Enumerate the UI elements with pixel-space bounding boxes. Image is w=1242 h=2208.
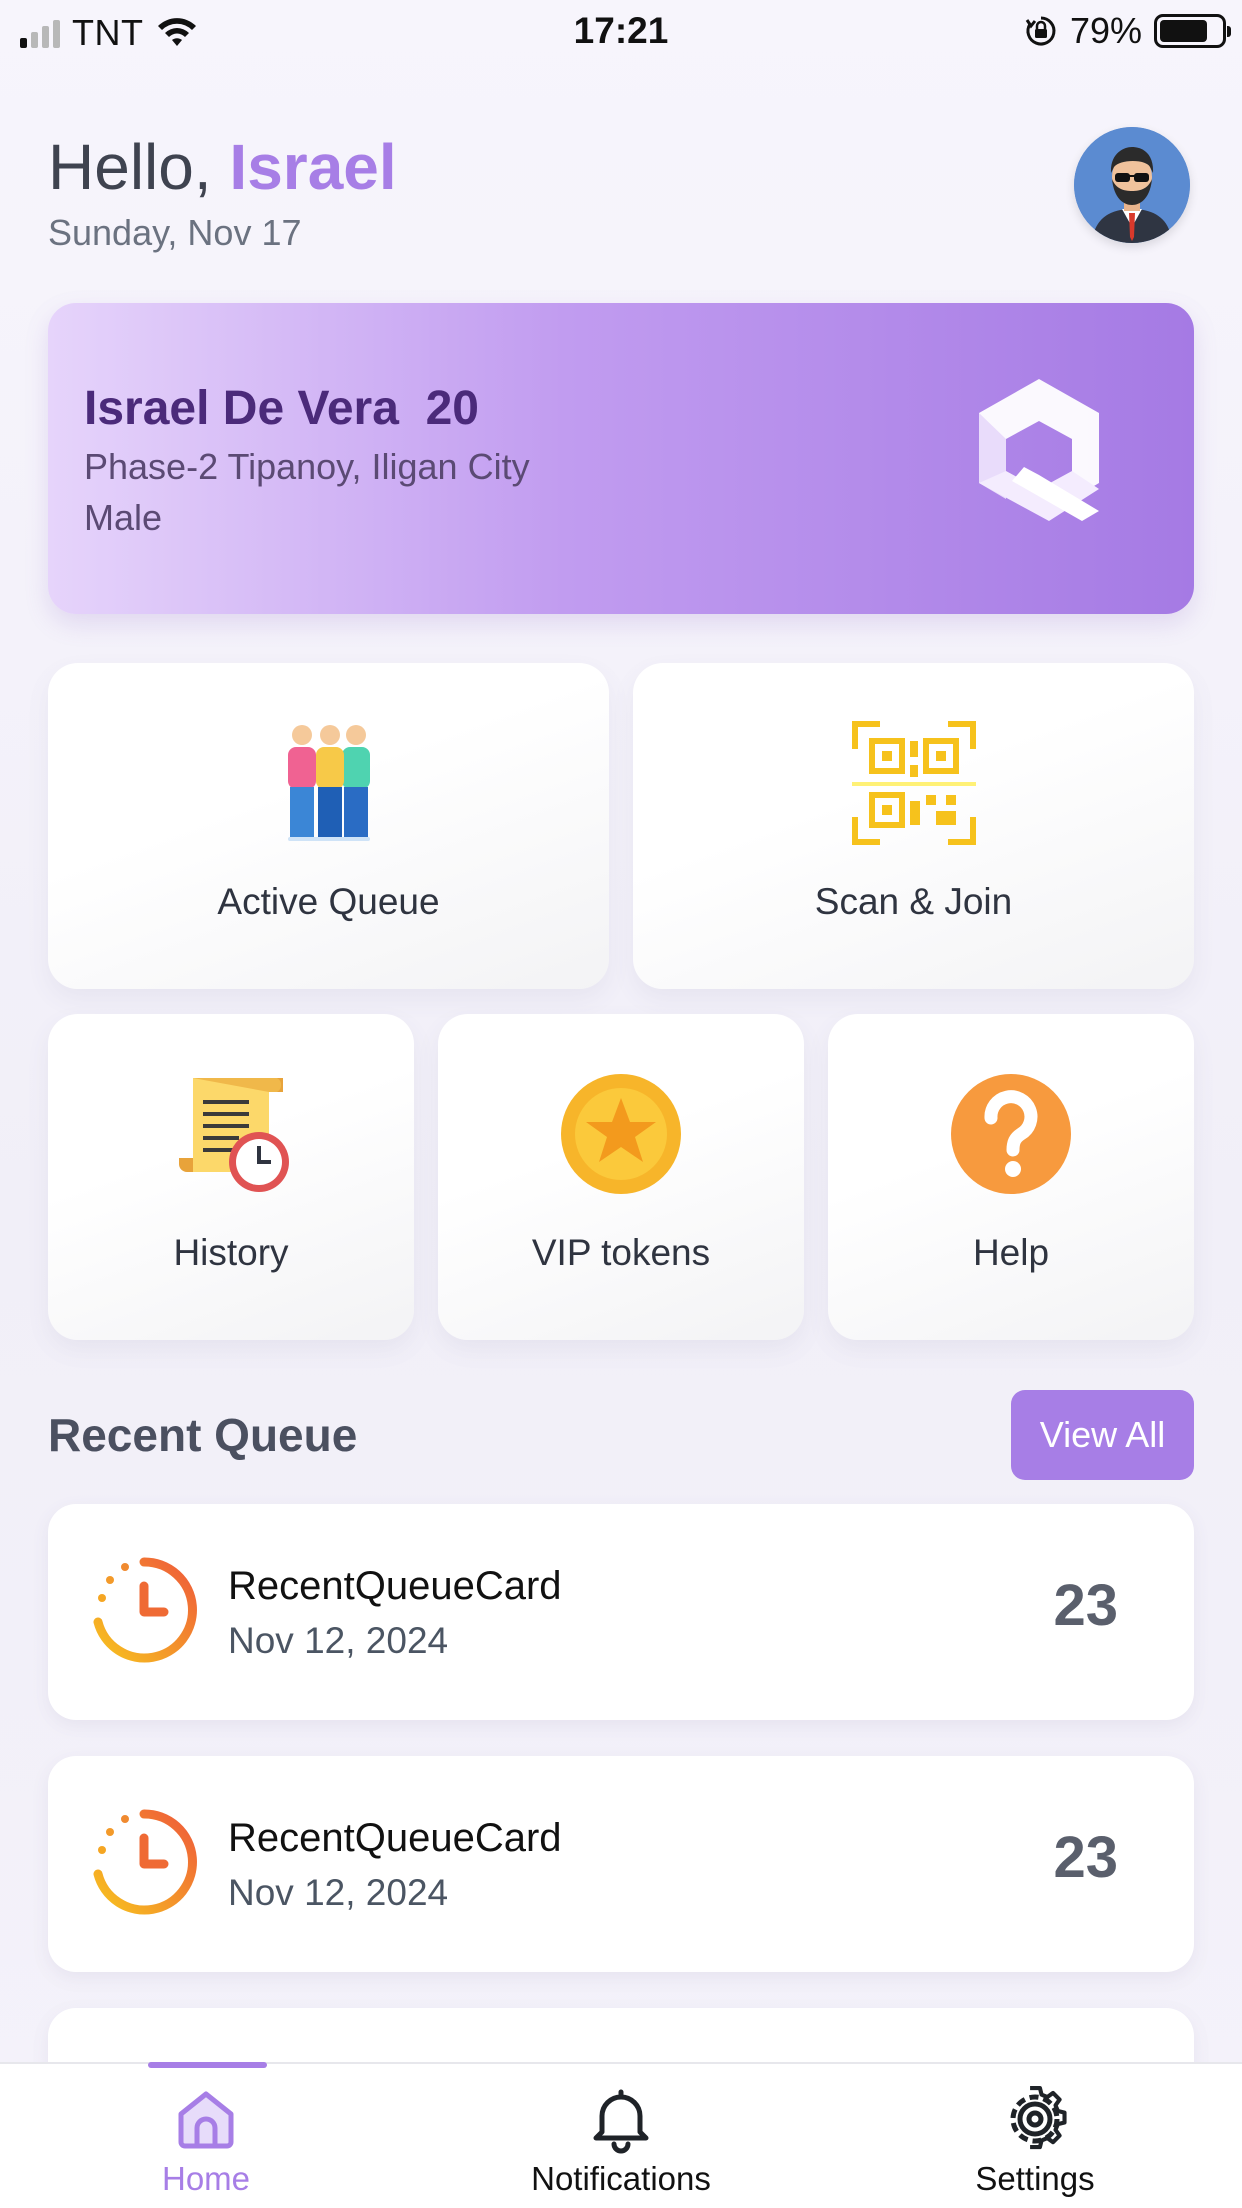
profile-address: Phase-2 Tipanoy, Iligan City — [84, 446, 530, 487]
history-tile[interactable]: History — [48, 1014, 414, 1340]
gear-icon — [1010, 2085, 1067, 2150]
profile-card[interactable]: Israel De Vera 20 Phase-2 Tipanoy, Iliga… — [48, 303, 1194, 614]
battery-icon — [1154, 14, 1231, 48]
recent-queue-card[interactable]: RecentQueueCard Nov 12, 2024 23 — [48, 1756, 1194, 1972]
home-icon — [178, 2091, 234, 2149]
queue-card-title: RecentQueueCard — [228, 1816, 562, 1860]
queue-card-date: Nov 12, 2024 — [228, 1872, 449, 1913]
greeting-prefix: Hello, — [48, 131, 230, 203]
greeting: Hello, Israel — [48, 130, 397, 204]
bell-icon — [593, 2089, 649, 2154]
queue-card-title: RecentQueueCard — [228, 1564, 562, 1608]
history-scroll-icon — [179, 1078, 289, 1192]
nav-notifications[interactable]: Notifications — [471, 2064, 771, 2208]
home-screen: TNT 17:21 79% Hello, Israel Sunday, Nov … — [0, 0, 1242, 2208]
bottom-navigation: Home Notifications Settings — [0, 2062, 1242, 2208]
orientation-lock-icon — [1025, 16, 1056, 46]
profile-name-line: Israel De Vera 20 — [84, 381, 479, 436]
user-avatar-icon[interactable] — [1074, 127, 1190, 243]
question-mark-icon — [951, 1074, 1071, 1194]
profile-age: 20 — [425, 382, 479, 435]
status-bar: TNT 17:21 79% — [0, 0, 1242, 62]
status-right: 79% — [1024, 10, 1231, 52]
nav-home-label: Home — [161, 2160, 251, 2197]
profile-gender: Male — [84, 497, 163, 538]
scan-join-label: Scan & Join — [814, 881, 1013, 922]
people-queue-icon — [287, 725, 370, 841]
clock-icon — [93, 1557, 197, 1663]
app-logo-icon — [979, 379, 1099, 521]
active-queue-label: Active Queue — [217, 881, 440, 922]
history-label: History — [173, 1232, 289, 1273]
scan-join-tile[interactable]: Scan & Join — [633, 663, 1194, 989]
queue-card-number: 23 — [1053, 1825, 1118, 1890]
current-date: Sunday, Nov 17 — [48, 212, 302, 253]
queue-card-number: 23 — [1053, 1573, 1118, 1638]
clock-icon — [93, 1809, 197, 1915]
nav-home[interactable]: Home — [56, 2064, 356, 2208]
profile-full-name: Israel De Vera — [84, 382, 399, 435]
battery-percentage: 79% — [1069, 10, 1142, 51]
vip-tokens-tile[interactable]: VIP tokens — [438, 1014, 804, 1340]
recent-queue-card[interactable]: RecentQueueCard Nov 12, 2024 23 — [48, 1504, 1194, 1720]
active-queue-tile[interactable]: Active Queue — [48, 663, 609, 989]
view-all-button[interactable]: View All — [1011, 1390, 1194, 1480]
queue-card-date: Nov 12, 2024 — [228, 1620, 449, 1661]
help-label: Help — [972, 1232, 1050, 1273]
nav-settings[interactable]: Settings — [885, 2064, 1185, 2208]
star-coin-icon — [561, 1074, 681, 1194]
help-tile[interactable]: Help — [828, 1014, 1194, 1340]
vip-tokens-label: VIP tokens — [531, 1232, 711, 1273]
greeting-user-name: Israel — [229, 131, 397, 203]
nav-settings-label: Settings — [975, 2160, 1095, 2197]
nav-notifications-label: Notifications — [531, 2160, 711, 2197]
qr-code-icon — [851, 721, 976, 845]
recent-queue-title: Recent Queue — [48, 1409, 358, 1461]
